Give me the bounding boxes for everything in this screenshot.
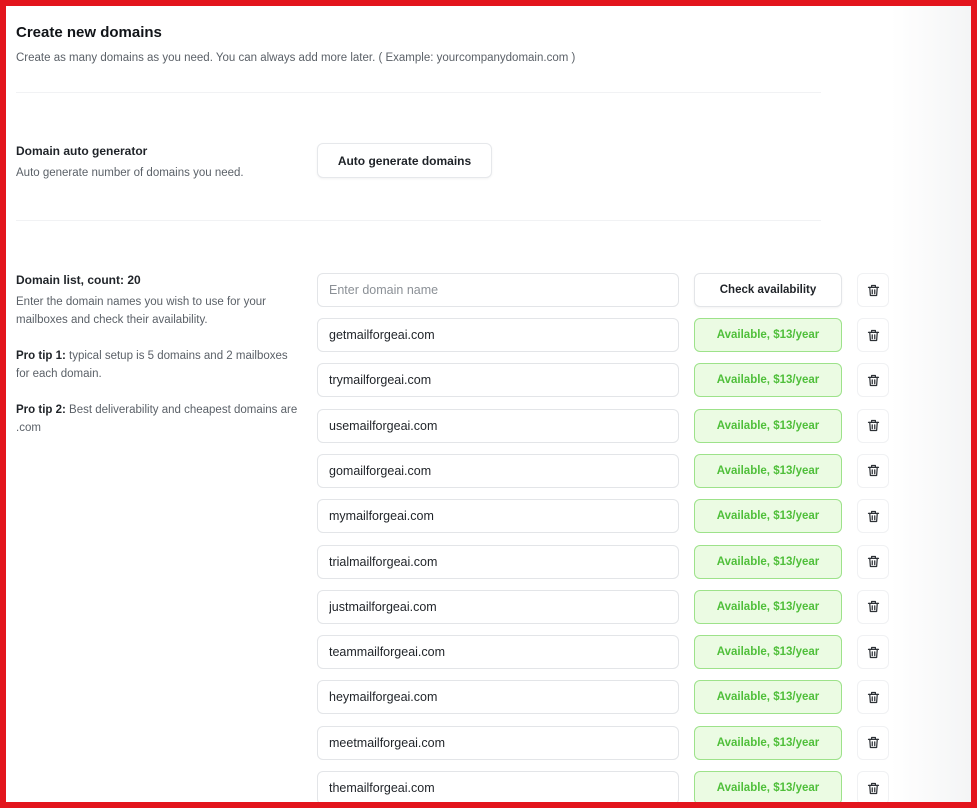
availability-badge: Available, $13/year <box>694 408 842 443</box>
domain-input[interactable] <box>317 771 679 802</box>
delete-row-button[interactable] <box>857 725 889 760</box>
domain-row: Available, $13/year <box>317 635 917 670</box>
trash-icon <box>867 691 879 704</box>
auto-generate-domains-button[interactable]: Auto generate domains <box>317 143 492 178</box>
availability-badge: Available, $13/year <box>694 635 842 670</box>
trash-icon <box>867 510 879 522</box>
domain-row: Available, $13/year <box>317 544 917 579</box>
delete-row-button[interactable] <box>857 318 889 352</box>
trash-icon <box>867 782 879 794</box>
delete-row-button[interactable] <box>857 680 889 715</box>
page-title: Create new domains <box>16 24 162 41</box>
trash-icon <box>867 419 879 432</box>
availability-badge: Available, $13/year <box>694 318 842 352</box>
new-domain-input[interactable] <box>317 273 679 307</box>
domain-row: Available, $13/year <box>317 725 917 760</box>
availability-badge: Available, $13/year <box>694 363 842 398</box>
trash-icon <box>867 737 879 749</box>
trash-icon <box>867 329 879 341</box>
delete-row-button[interactable] <box>857 453 889 488</box>
delete-row-button[interactable] <box>857 408 889 443</box>
availability-badge: Available, $13/year <box>694 544 842 579</box>
domain-row: Available, $13/year <box>317 680 917 715</box>
availability-badge: Available, $13/year <box>694 589 842 624</box>
domain-row: Available, $13/year <box>317 318 917 352</box>
trash-icon <box>867 555 879 568</box>
page-frame: Create new domains Create as many domain… <box>0 0 977 808</box>
auto-generator-info: Domain auto generator Auto generate numb… <box>16 144 244 182</box>
auto-generator-title: Domain auto generator <box>16 144 148 158</box>
pro-tip-2: Pro tip 2: Best deliverability and cheap… <box>16 404 298 434</box>
domain-input[interactable] <box>317 363 679 398</box>
divider <box>16 92 821 93</box>
domain-row: Available, $13/year <box>317 589 917 624</box>
availability-badge: Available, $13/year <box>694 453 842 488</box>
domain-row: Available, $13/year <box>317 453 917 488</box>
delete-row-button[interactable] <box>857 635 889 670</box>
domain-row: Available, $13/year <box>317 771 917 802</box>
check-availability-button[interactable]: Check availability <box>694 273 842 307</box>
domain-input[interactable] <box>317 589 679 624</box>
new-domain-row: Check availability <box>317 273 917 307</box>
delete-row-button[interactable] <box>857 771 889 802</box>
domain-row: Available, $13/year <box>317 499 917 534</box>
domain-row: Available, $13/year <box>317 408 917 443</box>
domain-list-info: Domain list, count: 20 Enter the domain … <box>16 273 301 437</box>
auto-generator-description: Auto generate number of domains you need… <box>16 167 244 179</box>
domain-list-description: Enter the domain names you wish to use f… <box>16 296 266 326</box>
availability-badge: Available, $13/year <box>694 680 842 715</box>
domain-row: Available, $13/year <box>317 363 917 398</box>
trash-icon <box>867 284 879 296</box>
divider <box>16 220 821 221</box>
domain-input[interactable] <box>317 453 679 488</box>
domain-input[interactable] <box>317 318 679 352</box>
domain-input[interactable] <box>317 499 679 534</box>
trash-icon <box>867 601 879 613</box>
delete-row-button[interactable] <box>857 589 889 624</box>
domain-input[interactable] <box>317 408 679 443</box>
domain-input[interactable] <box>317 725 679 760</box>
domain-input[interactable] <box>317 680 679 715</box>
delete-row-button[interactable] <box>857 273 889 307</box>
delete-row-button[interactable] <box>857 499 889 534</box>
delete-row-button[interactable] <box>857 363 889 398</box>
pro-tip-1: Pro tip 1: typical setup is 5 domains an… <box>16 350 288 380</box>
availability-badge: Available, $13/year <box>694 771 842 802</box>
trash-icon <box>867 374 879 386</box>
page-header: Create new domains Create as many domain… <box>16 24 575 64</box>
availability-badge: Available, $13/year <box>694 725 842 760</box>
delete-row-button[interactable] <box>857 544 889 579</box>
availability-badge: Available, $13/year <box>694 499 842 534</box>
trash-icon <box>867 465 879 477</box>
trash-icon <box>867 646 879 658</box>
domain-input[interactable] <box>317 635 679 670</box>
domain-input[interactable] <box>317 544 679 579</box>
page-subtitle: Create as many domains as you need. You … <box>16 52 576 64</box>
domain-list-title: Domain list, count: 20 <box>16 273 141 287</box>
